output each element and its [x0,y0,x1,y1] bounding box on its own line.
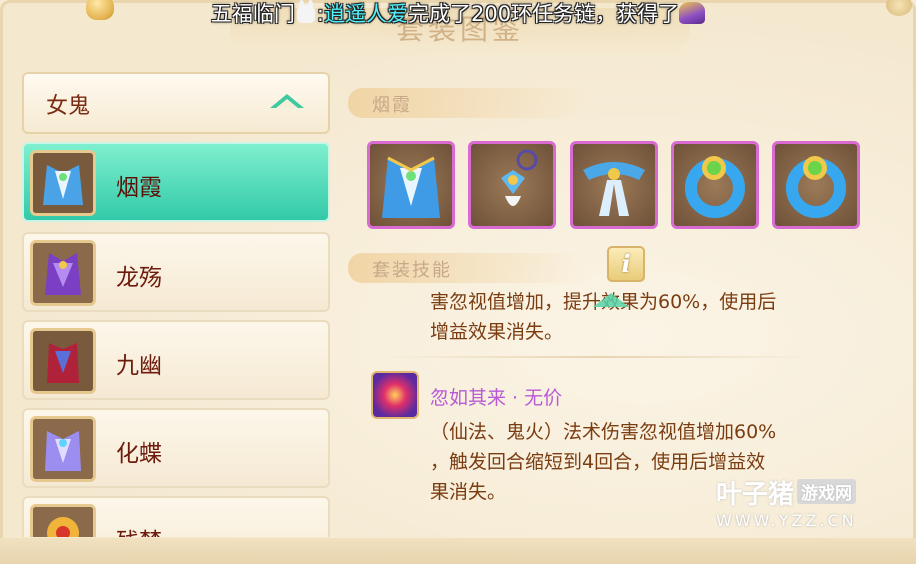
ticker-suffix: 完成了200环任务链，获得了 [407,2,680,26]
set-section-title: 烟霞 [372,95,412,116]
red-armor-icon [30,328,96,394]
equip-slot-belt[interactable] [570,141,658,229]
ticker-prefix: 五福临门 [210,2,295,26]
set-name: 烟霞 [116,175,162,201]
class-dropdown[interactable]: 女鬼 [22,72,330,134]
set-item-yanxia[interactable]: 烟霞 [22,142,330,222]
skill2-line: ，触发回合缩短到4回合，使用后增益效 [430,451,766,473]
set-name: 化蝶 [116,441,162,467]
blue-cloak-icon [30,150,96,216]
watermark: 叶子猪 游戏网 WWW.YZZ.CN [716,474,857,530]
system-ticker: 五福临门:逍遥人爱完成了200环任务链，获得了 [0,0,916,30]
set-item-canmeng[interactable]: 残梦 [22,496,330,537]
skill2-line: （仙法、鬼火）法术伤害忽视值增加60% [430,421,777,443]
skill1-line: 增益效果消失。 [430,321,564,343]
set-name: 龙殇 [116,265,162,291]
info-button[interactable]: i [607,246,645,282]
divider [380,356,820,358]
skills-section-title: 套装技能 [372,260,452,281]
set-item-jiuyou[interactable]: 九幽 [22,320,330,400]
equip-slot-pendant[interactable] [468,141,556,229]
set-name: 九幽 [116,353,162,379]
watermark-tag: 游戏网 [797,479,857,504]
watermark-brand: 叶子猪 [716,480,795,510]
equip-slot-ring-1[interactable] [671,141,759,229]
ticker-player[interactable]: 逍遥人爱 [324,2,408,26]
skills-section-header: 套装技能 [348,253,588,283]
rabbit-icon [296,0,315,23]
set-item-longshang[interactable]: 龙殇 [22,232,330,312]
set-item-huadie[interactable]: 化蝶 [22,408,330,488]
purple-armor-icon [30,240,96,306]
equip-slot-cloak[interactable] [367,141,455,229]
skill2-name: 忽如其来 · 无价 [430,387,563,409]
skill-icon[interactable] [371,371,419,419]
set-name: 残梦 [116,522,162,537]
equip-slot-ring-2[interactable] [772,141,860,229]
ticker-colon: : [316,2,324,26]
lavender-armor-icon [30,416,96,482]
bottom-bar [0,538,916,564]
reward-hat-icon[interactable] [679,2,706,24]
watermark-url: WWW.YZZ.CN [716,511,857,530]
gold-armor-icon [30,504,96,537]
set-section-header: 烟霞 [348,88,588,118]
set-list[interactable]: 烟霞 龙殇 九幽 化蝶 残梦 [22,142,332,537]
scroll-up-icon[interactable] [593,293,629,307]
class-dropdown-label: 女鬼 [46,94,91,119]
chevron-up-icon [270,94,304,108]
